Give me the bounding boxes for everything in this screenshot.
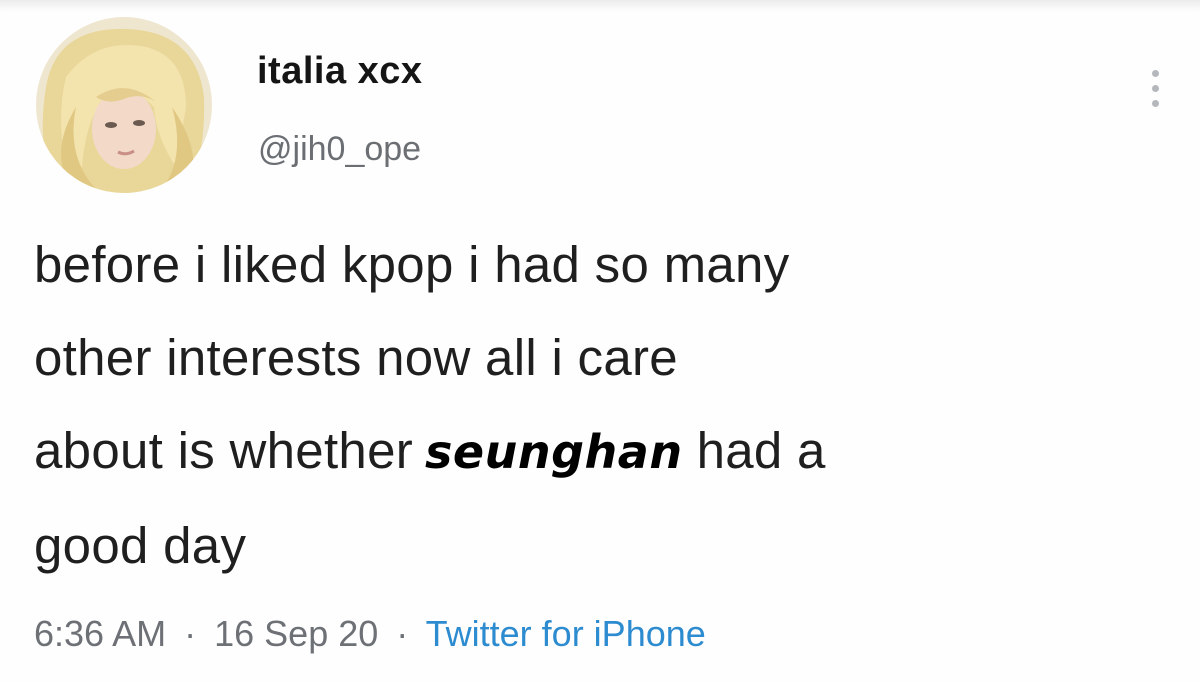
tweet-metadata: 6:36 AM · 16 Sep 20 · Twitter for iPhone xyxy=(34,613,706,655)
tweet-text-line: good day xyxy=(34,517,247,574)
tweet-text-segment: had a xyxy=(696,422,826,479)
tweet-text-segment: about is whether xyxy=(34,422,414,479)
meta-separator: · xyxy=(184,613,197,654)
tweet-text: before i liked kpop i had so many other … xyxy=(34,218,1174,592)
display-name[interactable]: italia xcx xyxy=(257,50,423,93)
meta-separator: · xyxy=(396,613,409,654)
tweet-source-link[interactable]: Twitter for iPhone xyxy=(426,613,706,654)
tweet-text-line: before i liked kpop i had so many xyxy=(34,236,790,293)
tweet-time[interactable]: 6:36 AM xyxy=(34,613,166,654)
more-dot xyxy=(1152,70,1159,77)
user-handle[interactable]: @jih0_ope xyxy=(258,130,421,169)
more-options-icon[interactable] xyxy=(1138,66,1174,112)
avatar[interactable] xyxy=(36,17,212,193)
more-dot xyxy=(1152,85,1159,92)
avatar-image xyxy=(36,17,212,193)
highlighted-name: seunghan xyxy=(425,425,683,479)
tweet-text-line: about is whether seunghan had a xyxy=(34,404,1174,499)
tweet-date[interactable]: 16 Sep 20 xyxy=(214,613,378,654)
more-dot xyxy=(1152,100,1159,107)
tweet-card: italia xcx @jih0_ope before i liked kpop… xyxy=(0,0,1200,682)
tweet-text-line: other interests now all i care xyxy=(34,329,678,386)
